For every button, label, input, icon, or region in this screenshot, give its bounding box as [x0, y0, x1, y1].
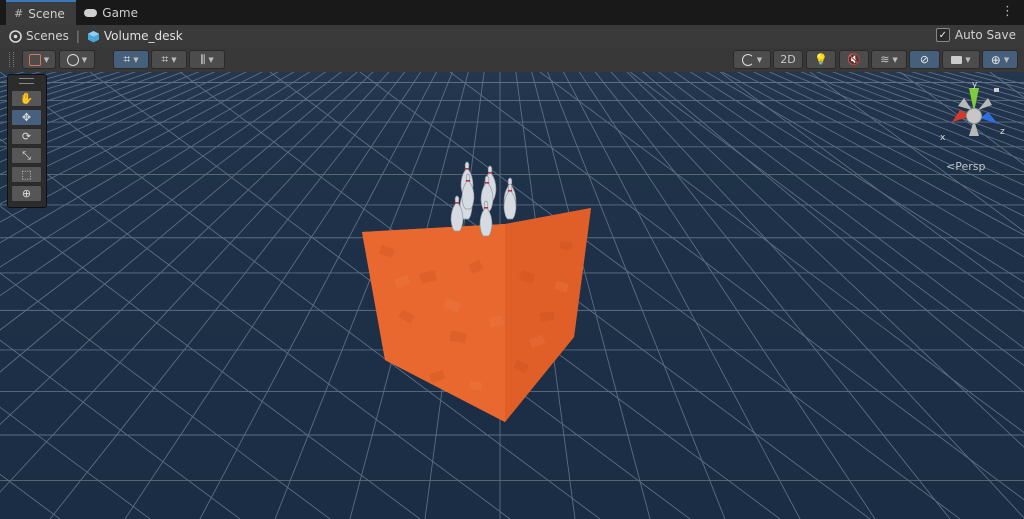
- camera-icon: [951, 55, 963, 64]
- hand-tool-button[interactable]: ✋: [11, 90, 42, 107]
- gizmo-x-label: x: [940, 133, 946, 143]
- chevron-left-icon: <: [946, 160, 956, 173]
- chevron-down-icon: ▼: [892, 55, 898, 64]
- bowling-pin-stripe: [507, 190, 513, 192]
- scene-tools-panel: ✋ ✥ ⟳ ⤡ ⬚ ⊕: [7, 74, 47, 208]
- mode-2d-button[interactable]: 2D: [773, 50, 803, 69]
- scene-visibility-toggle[interactable]: ⊘: [909, 50, 940, 69]
- transform-tool-button[interactable]: ⊕: [11, 185, 42, 202]
- breadcrumb-separator: |: [75, 29, 80, 43]
- pivot-icon: ⌗: [123, 52, 131, 66]
- gizmos-dropdown[interactable]: ⊕ ▼: [982, 50, 1018, 69]
- bowling-pin-stripe: [483, 207, 489, 209]
- transform-icon: ⊕: [21, 187, 32, 200]
- global-local-dropdown[interactable]: ▼: [59, 50, 95, 69]
- bowling-pin-stripe: [487, 172, 493, 174]
- chevron-down-icon: ▼: [81, 55, 88, 64]
- eye-hidden-icon: ⊘: [919, 53, 930, 66]
- gizmo-z-label: z: [1000, 127, 1005, 137]
- ruler-icon: ⫼: [200, 52, 206, 66]
- breadcrumb-current-label: Volume_desk: [103, 29, 183, 43]
- chevron-down-icon: ▼: [171, 55, 177, 64]
- rect-transform-icon: ⬚: [21, 168, 32, 181]
- grid-icon: #: [14, 7, 24, 20]
- scale-tool-button[interactable]: ⤡: [11, 147, 42, 164]
- grid-snap-dropdown[interactable]: ⌗ ▼: [151, 50, 187, 69]
- audio-toggle[interactable]: 🔇: [839, 50, 869, 69]
- shaded-mode-icon: [28, 53, 41, 66]
- bowling-pin-stripe: [465, 180, 471, 182]
- chevron-down-icon: ▼: [133, 55, 139, 64]
- tab-scene[interactable]: # Scene: [6, 0, 76, 25]
- auto-save-checkbox[interactable]: ✓: [935, 28, 950, 42]
- chevron-down-icon: ▼: [756, 55, 763, 64]
- scene-canvas[interactable]: [0, 72, 1024, 519]
- effects-dropdown[interactable]: ≋ ▼: [871, 50, 907, 69]
- increment-snap-dropdown[interactable]: ⫼ ▼: [189, 50, 225, 69]
- chevron-down-icon: ▼: [208, 55, 214, 64]
- camera-settings-dropdown[interactable]: ▼: [942, 50, 980, 69]
- chevron-down-icon: ▼: [1003, 55, 1010, 64]
- rotate-icon: ⟳: [21, 130, 32, 143]
- tools-panel-grip[interactable]: [19, 78, 34, 84]
- projection-label: Persp: [955, 160, 986, 173]
- shading-mode-dropdown[interactable]: ▼: [733, 50, 771, 69]
- tab-game[interactable]: Game: [76, 0, 146, 25]
- orientation-gizmo[interactable]: y x z: [938, 78, 1010, 150]
- window-tab-bar: # Scene Game ⋮: [0, 0, 1024, 26]
- bowling-pin-stripe: [484, 182, 490, 184]
- gizmo-center-cube[interactable]: [966, 108, 982, 124]
- speaker-muted-icon: 🔇: [847, 53, 861, 66]
- draw-mode-dropdown[interactable]: ▼: [22, 50, 56, 69]
- gizmo-y-label: y: [972, 80, 978, 90]
- hand-icon: ✋: [19, 92, 34, 105]
- toolbar-grip: [9, 52, 14, 67]
- lightbulb-icon: 💡: [814, 53, 828, 66]
- gizmo-icon: ⊕: [990, 52, 1001, 67]
- rotate-tool-button[interactable]: ⟳: [11, 128, 42, 145]
- scene-breadcrumb: Scenes | Volume_desk ✓ Auto Save: [0, 25, 1024, 47]
- chevron-down-icon: ▼: [965, 55, 971, 64]
- auto-save-toggle[interactable]: ✓ Auto Save: [935, 28, 1016, 42]
- breadcrumb-current-scene[interactable]: Volume_desk: [87, 29, 183, 43]
- layers-icon: ≋: [880, 53, 890, 66]
- scene-viewport[interactable]: [0, 72, 1024, 519]
- projection-toggle[interactable]: <Persp: [946, 160, 985, 173]
- auto-save-label: Auto Save: [954, 28, 1016, 42]
- bowling-pin-stripe: [454, 202, 460, 204]
- gizmo-lock-marker: [994, 88, 999, 92]
- gizmo-neg-x-cone[interactable]: [958, 98, 972, 110]
- bowling-pin-stripe: [464, 168, 470, 170]
- chevron-down-icon: ▼: [43, 55, 50, 64]
- sphere-icon: [741, 53, 754, 66]
- globe-icon: [66, 53, 79, 66]
- rect-tool-button[interactable]: ⬚: [11, 166, 42, 183]
- gamepad-icon: [84, 8, 98, 17]
- scale-icon: ⤡: [22, 148, 31, 162]
- unity-logo-icon: [9, 29, 22, 43]
- move-tool-button[interactable]: ✥: [11, 109, 42, 126]
- pivot-snap-toggle[interactable]: ⌗ ▼: [113, 50, 149, 69]
- scene-toolbar: ▼ ▼ ⌗ ▼ ⌗ ▼ ⫼ ▼ ▼ 2D 💡 🔇 ≋ ▼ ⊘ ▼ ⊕ ▼: [0, 47, 1024, 73]
- tab-game-label: Game: [102, 5, 138, 20]
- lighting-toggle[interactable]: 💡: [806, 50, 836, 69]
- breadcrumb-scenes-label: Scenes: [26, 29, 69, 43]
- breadcrumb-scenes[interactable]: Scenes: [9, 29, 69, 43]
- tab-scene-label: Scene: [28, 6, 65, 21]
- gizmo-neg-z-cone[interactable]: [978, 98, 992, 110]
- move-arrows-icon: ✥: [21, 111, 32, 124]
- gizmo-z-cone[interactable]: [980, 112, 998, 124]
- grid-snap-icon: ⌗: [161, 52, 169, 66]
- tab-menu-button[interactable]: ⋮: [1001, 5, 1014, 19]
- cube-icon: [87, 30, 99, 42]
